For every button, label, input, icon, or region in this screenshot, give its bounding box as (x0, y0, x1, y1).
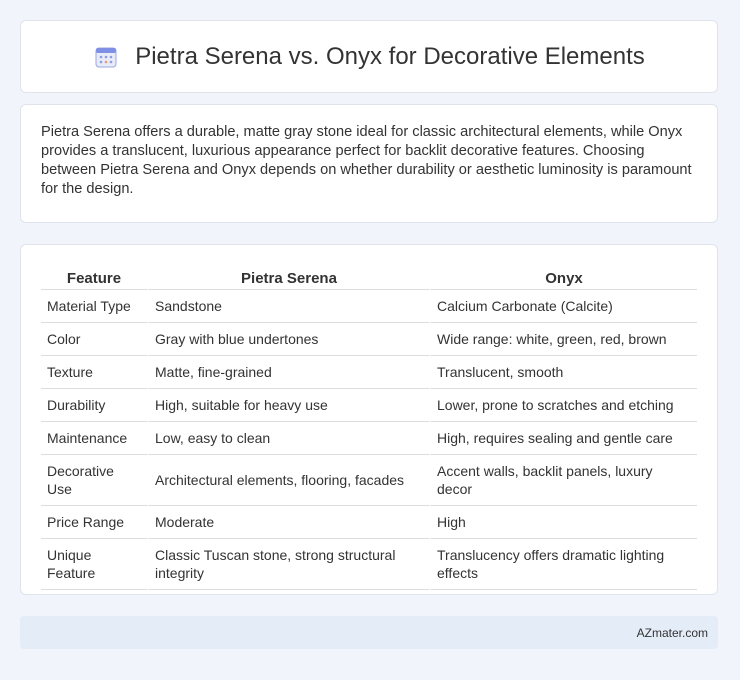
pietra-serena-cell: Matte, fine-grained (147, 356, 429, 389)
onyx-cell: High, requires sealing and gentle care (429, 422, 697, 455)
comparison-card: Feature Pietra Serena Onyx Material Type… (20, 244, 718, 595)
table-header-row: Feature Pietra Serena Onyx (41, 266, 697, 290)
intro-card: Pietra Serena offers a durable, matte gr… (20, 104, 718, 223)
feature-cell: Color (41, 323, 147, 356)
pietra-serena-cell: Gray with blue undertones (147, 323, 429, 356)
table-row: Unique Feature Classic Tuscan stone, str… (41, 539, 697, 590)
feature-cell: Durability (41, 389, 147, 422)
table-row: Color Gray with blue undertones Wide ran… (41, 323, 697, 356)
table-row: Durability High, suitable for heavy use … (41, 389, 697, 422)
onyx-cell: Accent walls, backlit panels, luxury dec… (429, 455, 697, 506)
intro-text: Pietra Serena offers a durable, matte gr… (41, 124, 692, 197)
table-row: Price Range Moderate High (41, 506, 697, 539)
onyx-cell: Translucency offers dramatic lighting ef… (429, 539, 697, 590)
onyx-cell: Wide range: white, green, red, brown (429, 323, 697, 356)
pietra-serena-cell: Sandstone (147, 290, 429, 323)
page-title: Pietra Serena vs. Onyx for Decorative El… (135, 42, 645, 70)
pietra-serena-cell: Low, easy to clean (147, 422, 429, 455)
feature-cell: Decorative Use (41, 455, 147, 506)
feature-cell: Maintenance (41, 422, 147, 455)
feature-cell: Unique Feature (41, 539, 147, 590)
table-row: Maintenance Low, easy to clean High, req… (41, 422, 697, 455)
column-header-onyx: Onyx (429, 266, 697, 290)
column-header-feature: Feature (41, 266, 147, 290)
footer-bar: AZmater.com (20, 616, 718, 649)
onyx-cell: Lower, prone to scratches and etching (429, 389, 697, 422)
onyx-cell: Calcium Carbonate (Calcite) (429, 290, 697, 323)
calendar-icon (95, 47, 117, 67)
feature-cell: Material Type (41, 290, 147, 323)
feature-cell: Price Range (41, 506, 147, 539)
comparison-table: Feature Pietra Serena Onyx Material Type… (41, 266, 697, 590)
pietra-serena-cell: Moderate (147, 506, 429, 539)
footer-brand: AZmater.com (636, 625, 708, 640)
pietra-serena-cell: High, suitable for heavy use (147, 389, 429, 422)
pietra-serena-cell: Architectural elements, flooring, facade… (147, 455, 429, 506)
onyx-cell: High (429, 506, 697, 539)
table-row: Decorative Use Architectural elements, f… (41, 455, 697, 506)
onyx-cell: Translucent, smooth (429, 356, 697, 389)
header-card: Pietra Serena vs. Onyx for Decorative El… (20, 20, 718, 93)
pietra-serena-cell: Classic Tuscan stone, strong structural … (147, 539, 429, 590)
table-row: Material Type Sandstone Calcium Carbonat… (41, 290, 697, 323)
table-row: Texture Matte, fine-grained Translucent,… (41, 356, 697, 389)
feature-cell: Texture (41, 356, 147, 389)
column-header-pietra-serena: Pietra Serena (147, 266, 429, 290)
